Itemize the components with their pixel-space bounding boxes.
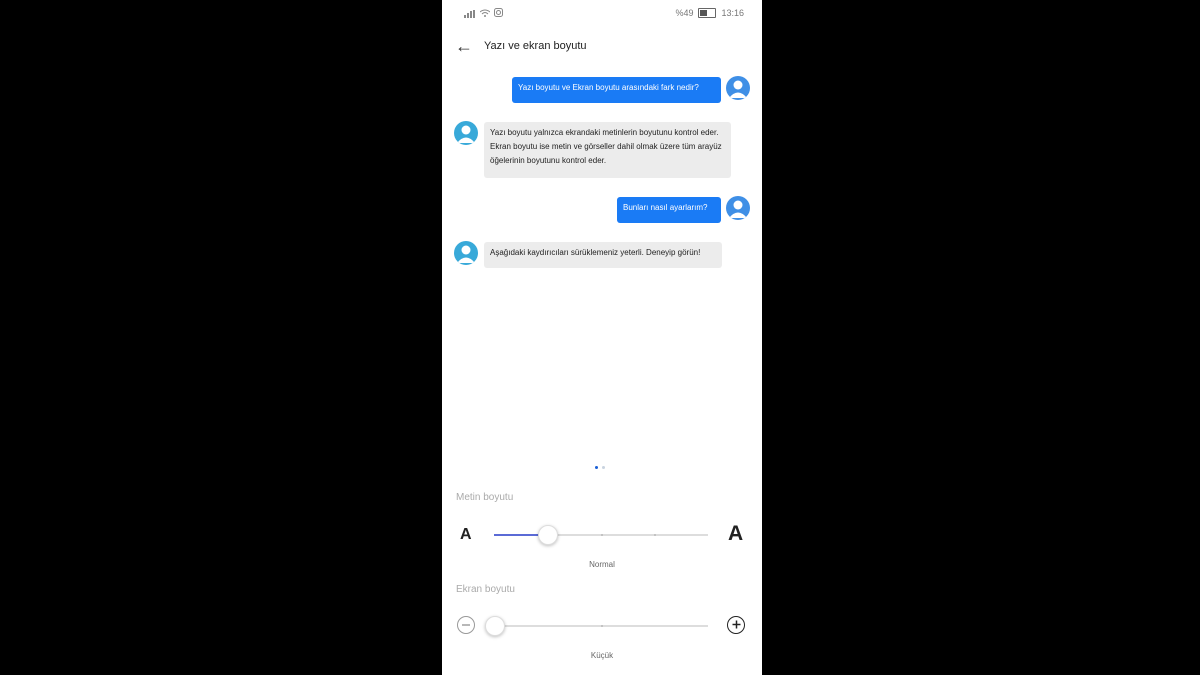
plus-circle-icon[interactable] <box>727 616 745 634</box>
text-size-slider-thumb[interactable] <box>538 525 558 545</box>
large-a-glyph: A <box>728 522 744 545</box>
instagram-notification-icon <box>494 8 503 19</box>
user-avatar-icon <box>726 196 750 220</box>
page-dot-active <box>595 466 598 469</box>
slider-tick <box>601 625 603 627</box>
text-size-label: Metin boyutu <box>456 492 514 503</box>
signal-icon <box>464 9 476 18</box>
assistant-avatar-icon <box>454 241 478 265</box>
user-avatar-icon <box>726 76 750 100</box>
phone-screen: %49 13:16 ← Yazı ve ekran boyutu Yazı bo… <box>442 0 762 675</box>
battery-icon <box>698 8 717 18</box>
chat-bubble-assistant: Aşağıdaki kaydırıcıları sürüklemeniz yet… <box>484 242 722 268</box>
battery-percent: %49 <box>675 8 694 18</box>
text-size-value: Normal <box>589 560 615 569</box>
screen-size-slider-thumb[interactable] <box>485 616 505 636</box>
status-bar: %49 13:16 <box>442 8 762 24</box>
page-dot <box>602 466 605 469</box>
page-title: Yazı ve ekran boyutu <box>484 40 587 52</box>
chat-bubble-user: Bunları nasıl ayarlarım? <box>617 197 721 223</box>
small-a-glyph: A <box>460 526 472 543</box>
assistant-avatar-icon <box>454 121 478 145</box>
screen-size-label: Ekran boyutu <box>456 584 515 595</box>
minus-circle-icon[interactable] <box>457 616 475 634</box>
screen-size-value: Küçük <box>590 651 614 660</box>
slider-tick <box>654 534 656 536</box>
page-indicator <box>595 466 605 469</box>
back-arrow-icon[interactable]: ← <box>454 36 474 56</box>
slider-tick <box>601 534 603 536</box>
chat-bubble-assistant: Yazı boyutu yalnızca ekrandaki metinleri… <box>484 122 731 178</box>
wifi-icon <box>479 9 491 19</box>
clock: 13:16 <box>721 8 744 18</box>
app-header: ← Yazı ve ekran boyutu <box>442 36 762 60</box>
chat-bubble-user: Yazı boyutu ve Ekran boyutu arasındaki f… <box>512 77 721 103</box>
